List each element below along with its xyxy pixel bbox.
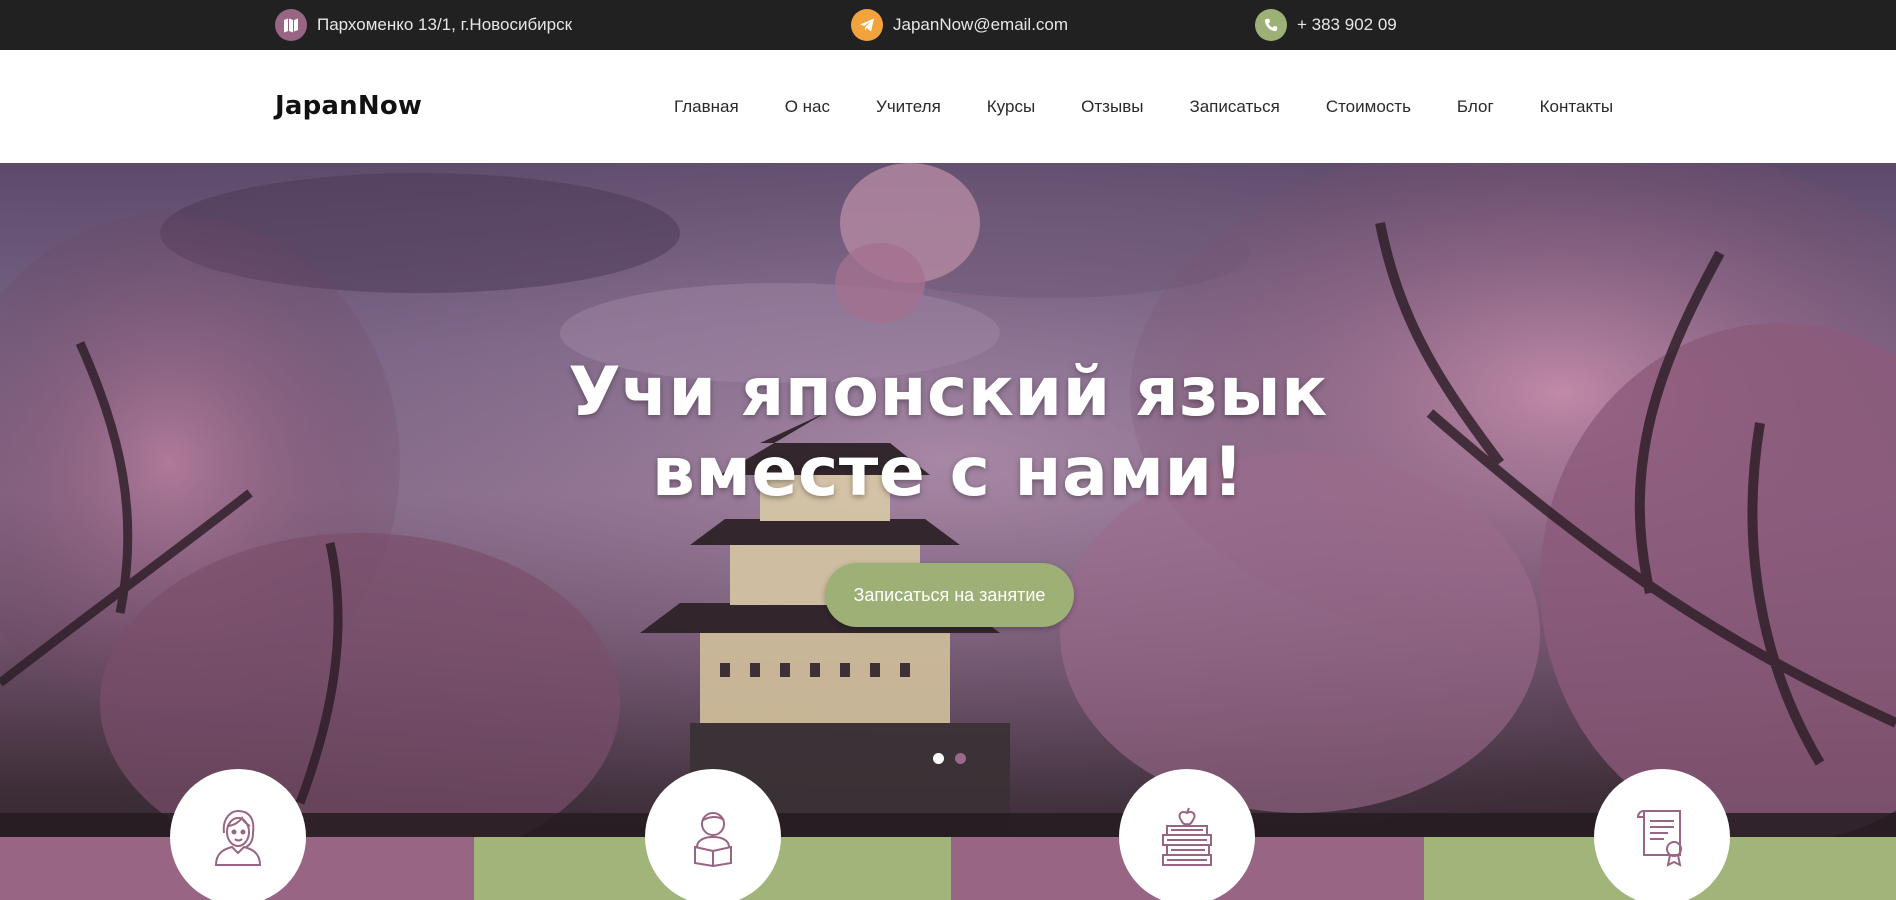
hero-title-line-2: вместе с нами!	[651, 433, 1245, 512]
slider-dot-2[interactable]	[955, 753, 966, 764]
address-info: Пархоменко 13/1, г.Новосибирск	[275, 0, 572, 50]
telegram-icon	[851, 9, 883, 41]
phone-icon	[1255, 9, 1287, 41]
certificate-icon	[1636, 810, 1682, 867]
site-logo[interactable]: JapanNow	[275, 91, 422, 121]
feature-circle-2	[645, 769, 781, 900]
map-icon	[275, 9, 307, 41]
slider-dot-1[interactable]	[933, 753, 944, 764]
nav-item-courses[interactable]: Курсы	[987, 97, 1035, 117]
books-apple-icon	[1162, 807, 1212, 866]
nav-item-reviews[interactable]: Отзывы	[1081, 97, 1143, 117]
main-nav: Главная О нас Учителя Курсы Отзывы Запис…	[674, 50, 1613, 163]
email-info[interactable]: JapanNow@email.com	[851, 0, 1068, 50]
email-text[interactable]: JapanNow@email.com	[893, 15, 1068, 35]
top-info-bar: Пархоменко 13/1, г.Новосибирск JapanNow@…	[0, 0, 1896, 50]
signup-lesson-button[interactable]: Записаться на занятие	[825, 563, 1074, 627]
nav-item-blog[interactable]: Блог	[1457, 97, 1494, 117]
feature-circle-1	[170, 769, 306, 900]
nav-item-pricing[interactable]: Стоимость	[1326, 97, 1411, 117]
hero-title-line-1: Учи японский язык	[568, 353, 1328, 432]
nav-item-teachers[interactable]: Учителя	[876, 97, 941, 117]
slider-pagination	[933, 753, 977, 764]
nav-item-contacts[interactable]: Контакты	[1540, 97, 1613, 117]
student-reading-icon	[694, 812, 732, 867]
hero-title: Учи японский язык вместе с нами!	[0, 353, 1896, 513]
feature-circle-3	[1119, 769, 1255, 900]
nav-item-about[interactable]: О нас	[785, 97, 830, 117]
phone-info[interactable]: + 383 902 09	[1255, 0, 1397, 50]
phone-text[interactable]: + 383 902 09	[1297, 15, 1397, 35]
nav-item-signup[interactable]: Записаться	[1189, 97, 1279, 117]
nav-item-home[interactable]: Главная	[674, 97, 739, 117]
woman-teacher-icon	[214, 809, 262, 866]
site-header: JapanNow Главная О нас Учителя Курсы Отз…	[0, 50, 1896, 163]
feature-circle-4	[1594, 769, 1730, 900]
address-text: Пархоменко 13/1, г.Новосибирск	[317, 15, 573, 34]
